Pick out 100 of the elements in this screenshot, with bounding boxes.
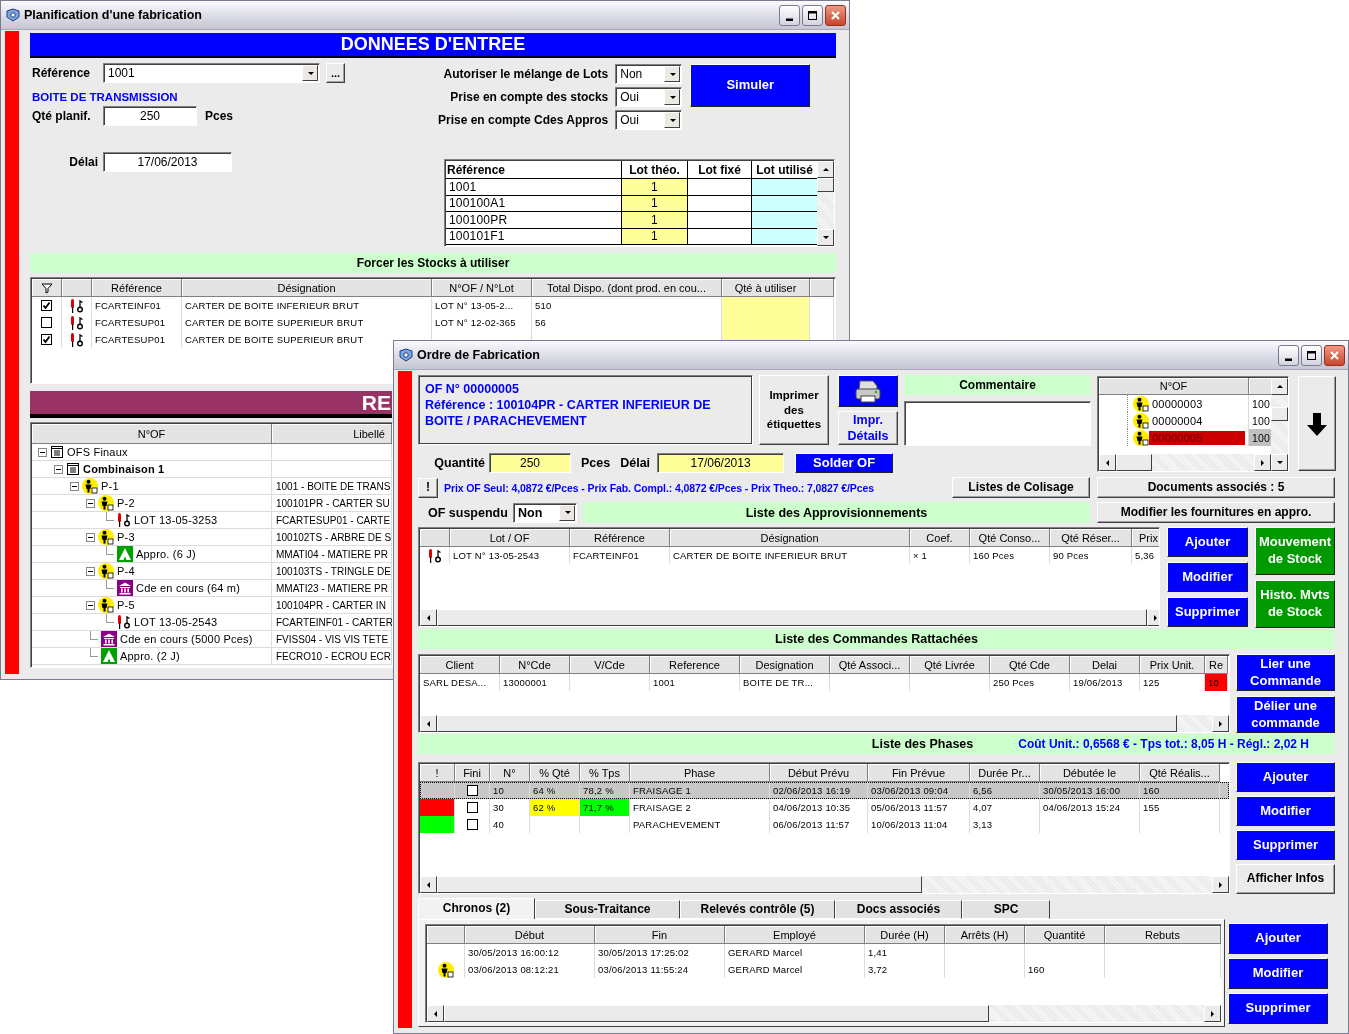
checkbox[interactable] <box>41 317 52 328</box>
column-header[interactable]: Rebuts <box>1105 926 1221 944</box>
column-header[interactable]: Reference <box>650 656 740 674</box>
column-header[interactable]: Qté Associ... <box>830 656 910 674</box>
scroll-arrow-button[interactable] <box>420 609 437 626</box>
input-field[interactable]: 17/06/2013 <box>103 152 232 172</box>
column-header[interactable]: N° <box>490 764 530 782</box>
scroll-arrow-button[interactable] <box>817 229 834 246</box>
column-header[interactable]: ! <box>420 764 455 782</box>
scroll-thumb[interactable] <box>817 178 834 192</box>
tree-item[interactable]: OFS Finaux <box>67 446 128 458</box>
scroll-arrow-button[interactable] <box>1147 609 1159 626</box>
scroll-arrow-button[interactable] <box>1099 454 1116 471</box>
tab[interactable]: Docs associés <box>835 900 962 919</box>
column-header[interactable]: Qté Réser... <box>1050 529 1132 547</box>
column-header[interactable]: Designation <box>740 656 830 674</box>
checkbox[interactable] <box>41 334 52 345</box>
column-header[interactable]: Arrêts (H) <box>945 926 1025 944</box>
column-header[interactable]: Lot théo. <box>622 161 688 179</box>
column-header[interactable]: Client <box>420 656 500 674</box>
scroll-thumb[interactable] <box>444 1005 989 1022</box>
horizontal-scrollbar[interactable] <box>1099 454 1271 471</box>
dropdown-button[interactable] <box>664 66 681 82</box>
column-header[interactable]: Fin <box>595 926 725 944</box>
documents-button[interactable]: Documents associés : 5 <box>1097 477 1335 498</box>
filter-icon[interactable] <box>40 281 53 294</box>
tree-item[interactable]: LOT 13-05-3253 <box>134 514 218 526</box>
checkbox[interactable] <box>466 802 478 813</box>
scroll-arrow-button[interactable] <box>1212 715 1229 732</box>
modify-supplies-button[interactable]: Modifier les fournitures en appro. <box>1097 502 1335 523</box>
minimize-button[interactable] <box>1278 344 1299 366</box>
scroll-arrow-button[interactable] <box>1271 378 1288 395</box>
tree-item[interactable]: P-2 <box>117 497 135 509</box>
action-button[interactable]: Ajouter <box>1236 762 1335 792</box>
scroll-arrow-button[interactable] <box>420 876 437 893</box>
scroll-thumb[interactable] <box>1116 454 1152 471</box>
column-header[interactable]: Prix <box>1132 529 1159 547</box>
collapse-button[interactable] <box>38 447 47 457</box>
close-button[interactable] <box>1324 344 1345 366</box>
tree-item[interactable]: P-4 <box>117 565 135 577</box>
column-header[interactable]: Fini <box>455 764 490 782</box>
dropdown[interactable]: Non <box>615 64 683 84</box>
dropdown[interactable]: Non <box>513 502 577 523</box>
column-header[interactable]: Début <box>465 926 595 944</box>
print-details-button[interactable]: Impr. Détails <box>838 411 898 445</box>
list-item[interactable]: 00000003 <box>1149 396 1245 411</box>
column-header[interactable]: N°Cde <box>500 656 570 674</box>
column-header[interactable]: Fin Prévue <box>868 764 970 782</box>
collapse-button[interactable] <box>54 464 63 474</box>
action-button[interactable]: Modifier <box>1228 958 1328 989</box>
column-header[interactable]: Désignation <box>670 529 910 547</box>
dropdown-button[interactable] <box>559 504 575 521</box>
tree-item[interactable]: P-5 <box>117 599 135 611</box>
alert-button[interactable]: ! <box>418 477 438 498</box>
dropdown[interactable]: Oui <box>615 110 683 130</box>
action-button[interactable]: Supprimer <box>1236 830 1335 860</box>
action-button[interactable]: Délier une commande <box>1236 696 1335 733</box>
collapse-button[interactable] <box>86 498 95 508</box>
print-labels-button[interactable]: Imprimer des étiquettes <box>759 375 829 445</box>
input-field[interactable]: 17/06/2013 <box>657 453 785 473</box>
simulate-button[interactable]: Simuler <box>690 64 811 107</box>
action-button[interactable]: Ajouter <box>1167 527 1248 557</box>
checkbox[interactable] <box>466 819 478 830</box>
scroll-arrow-button[interactable] <box>427 1005 444 1022</box>
column-header[interactable] <box>810 279 834 297</box>
colisage-button[interactable]: Listes de Colisage <box>952 477 1090 498</box>
column-header[interactable]: Désignation <box>182 279 432 297</box>
close-button[interactable] <box>825 4 846 26</box>
tree-item[interactable]: Cde en cours (64 m) <box>136 582 241 594</box>
column-header[interactable]: Delai <box>1070 656 1140 674</box>
column-header[interactable]: Qté Conso... <box>970 529 1050 547</box>
horizontal-scrollbar[interactable] <box>427 1005 1221 1022</box>
column-header[interactable] <box>62 279 92 297</box>
tree-item[interactable]: Appro. (6 J) <box>136 548 196 560</box>
scroll-thumb[interactable] <box>437 876 922 893</box>
checkbox[interactable] <box>41 300 52 311</box>
column-header[interactable] <box>427 926 465 944</box>
dropdown-button[interactable] <box>664 112 681 128</box>
dropdown[interactable]: Oui <box>615 87 683 107</box>
column-header[interactable]: % Tps <box>580 764 630 782</box>
column-header[interactable]: Total Dispo. (dont prod. en cou... <box>532 279 722 297</box>
tree-item[interactable]: Cde en cours (5000 Pces) <box>120 633 253 645</box>
dropdown-button[interactable] <box>302 65 318 81</box>
minimize-button[interactable] <box>779 4 800 26</box>
dropdown-button[interactable] <box>664 89 681 105</box>
action-button[interactable]: Ajouter <box>1228 923 1328 954</box>
scroll-arrow-button[interactable] <box>1204 1005 1221 1022</box>
scroll-arrow-button[interactable] <box>1212 876 1229 893</box>
tree-item[interactable]: P-1 <box>101 480 119 492</box>
column-header[interactable]: Débutée le <box>1040 764 1140 782</box>
column-header[interactable]: Prix Unit. <box>1140 656 1205 674</box>
column-header[interactable]: Qté Cde <box>990 656 1070 674</box>
column-header[interactable]: Référence <box>92 279 182 297</box>
column-header[interactable]: Libellé <box>272 424 392 444</box>
column-header[interactable]: Coef. <box>910 529 970 547</box>
scroll-arrow-button[interactable] <box>817 161 834 178</box>
column-header[interactable]: Qté Réalis... <box>1140 764 1220 782</box>
vertical-scrollbar[interactable] <box>1271 378 1288 471</box>
tab[interactable]: SPC <box>962 900 1050 919</box>
action-button[interactable]: Modifier <box>1167 562 1248 592</box>
